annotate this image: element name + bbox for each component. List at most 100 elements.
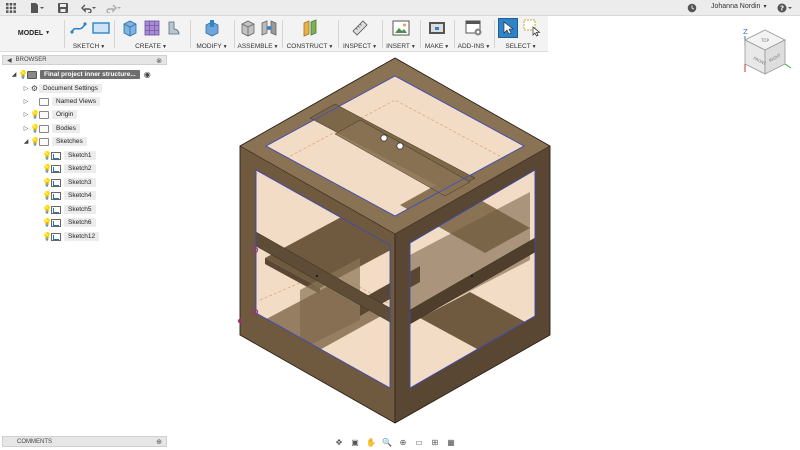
redo-icon[interactable]	[103, 0, 123, 16]
sketch-label: Sketch6	[64, 218, 96, 227]
sketch-label: Sketch12	[64, 232, 100, 241]
visibility-bulb-icon[interactable]: 💡	[42, 191, 52, 200]
visibility-bulb-icon[interactable]: 💡	[30, 137, 40, 146]
help-icon[interactable]: ?	[776, 0, 794, 16]
press-pull-icon[interactable]	[202, 19, 221, 37]
scripts-icon[interactable]	[464, 19, 483, 37]
comments-title: COMMENTS	[17, 438, 52, 445]
visibility-bulb-icon[interactable]: 💡	[18, 70, 28, 79]
grid-settings-icon[interactable]: ⊞	[428, 436, 442, 448]
expand-right-icon[interactable]: ▷	[22, 111, 30, 118]
sketch-point[interactable]	[380, 134, 388, 142]
assemble-menu[interactable]: ASSEMBLE▼	[236, 43, 280, 50]
expand-down-icon[interactable]: ◢	[10, 71, 18, 78]
look-at-icon[interactable]: ▣	[348, 436, 362, 448]
new-component-icon[interactable]	[238, 19, 257, 37]
viewcube[interactable]: Z TOP FRONT RIGHT	[735, 24, 795, 84]
form-icon[interactable]	[142, 19, 161, 37]
workspace-switcher[interactable]: MODEL ▼	[8, 25, 60, 41]
sketch-icon	[51, 205, 61, 214]
activate-radio-icon[interactable]: ◉	[144, 70, 151, 79]
offset-plane-icon[interactable]	[300, 19, 319, 37]
sketch-item[interactable]: 💡 Sketch12	[42, 231, 100, 242]
insert-image-icon[interactable]	[391, 19, 410, 37]
sketch-item[interactable]: 💡 Sketch4	[42, 190, 96, 201]
addins-menu[interactable]: ADD-INS▼	[456, 43, 492, 50]
visibility-bulb-icon[interactable]: 💡	[42, 232, 52, 241]
display-settings-icon[interactable]: ▭	[412, 436, 426, 448]
make-menu[interactable]: MAKE▼	[422, 43, 452, 50]
title-bar: Johanna Nordin ▾ ?	[0, 0, 800, 16]
addins-group: ADD-INS▼	[456, 16, 492, 52]
browser-root[interactable]: ◢ 💡 Final project inner structure... ◉	[10, 69, 151, 80]
divider	[494, 20, 495, 48]
expand-right-icon[interactable]: ▷	[22, 125, 30, 132]
zoom-icon[interactable]: 🔍	[380, 436, 394, 448]
rectangle-sketch-icon[interactable]	[91, 19, 110, 37]
save-icon[interactable]	[56, 0, 70, 16]
expand-right-icon[interactable]: ▷	[22, 85, 30, 92]
expand-right-icon[interactable]: ▷	[22, 98, 30, 105]
sketch-point[interactable]	[470, 274, 474, 278]
visibility-bulb-icon[interactable]: 💡	[42, 205, 52, 214]
joint-icon[interactable]	[259, 19, 278, 37]
close-panel-icon[interactable]: ⊗	[156, 57, 162, 65]
visibility-bulb-icon[interactable]: 💡	[30, 124, 40, 133]
file-icon[interactable]	[28, 0, 46, 16]
visibility-bulb-icon[interactable]: 💡	[42, 164, 52, 173]
fit-icon[interactable]: ⊕	[396, 436, 410, 448]
pan-icon[interactable]: ✋	[364, 436, 378, 448]
browser-item-origin[interactable]: ▷ 💡 Origin	[22, 109, 78, 120]
component-icon	[27, 70, 37, 79]
sketch-item[interactable]: 💡 Sketch5	[42, 204, 96, 215]
sketch-point[interactable]	[315, 274, 319, 278]
measure-icon[interactable]	[350, 19, 369, 37]
comments-panel[interactable]: COMMENTS ⊕	[2, 436, 167, 447]
create-menu[interactable]: CREATE▼	[116, 43, 186, 50]
user-menu[interactable]: Johanna Nordin ▾	[711, 3, 766, 10]
model-canvas[interactable]	[170, 52, 730, 435]
select-group: SELECT▼	[496, 16, 546, 52]
sketch-item[interactable]: 💡 Sketch1	[42, 150, 96, 161]
browser-item-sketches[interactable]: ◢ 💡 Sketches	[22, 136, 87, 147]
visibility-bulb-off-icon[interactable]: 💡	[30, 110, 40, 119]
browser-item-named-views[interactable]: ▷ Named Views	[22, 96, 100, 107]
user-name: Johanna Nordin	[711, 3, 761, 10]
grid-menu-icon[interactable]	[4, 0, 18, 16]
viewcube-top-face: TOP	[760, 38, 770, 43]
sketch-point[interactable]	[396, 142, 404, 150]
sketch-item[interactable]: 💡 Sketch2	[42, 163, 96, 174]
viewports-icon[interactable]: ▦	[444, 436, 458, 448]
folder-icon	[39, 97, 49, 106]
3d-print-icon[interactable]	[427, 19, 446, 37]
revolve-icon[interactable]	[164, 19, 183, 37]
sketch-item[interactable]: 💡 Sketch6	[42, 217, 96, 228]
chevron-down-icon: ▼	[45, 30, 51, 36]
sketch-menu[interactable]: SKETCH▼	[66, 43, 112, 50]
insert-menu[interactable]: INSERT▼	[384, 43, 418, 50]
origin-label: Origin	[52, 110, 78, 119]
divider	[190, 20, 191, 48]
window-select-icon[interactable]	[522, 19, 541, 37]
clock-icon[interactable]	[685, 0, 699, 16]
extrude-icon[interactable]	[120, 19, 139, 37]
visibility-bulb-icon[interactable]: 💡	[42, 151, 52, 160]
orbit-icon[interactable]: ✥	[332, 436, 346, 448]
inspect-menu[interactable]: INSPECT▼	[340, 43, 380, 50]
browser-item-bodies[interactable]: ▷ 💡 Bodies	[22, 123, 80, 134]
visibility-bulb-icon[interactable]: 💡	[42, 218, 52, 227]
construct-menu[interactable]: CONSTRUCT▼	[284, 43, 336, 50]
select-cursor-icon[interactable]	[498, 18, 518, 38]
browser-header[interactable]: ◀ BROWSER ⊗	[2, 55, 167, 65]
browser-item-document-settings[interactable]: ▷ ⚙ Document Settings	[22, 83, 102, 94]
sketch-point[interactable]	[237, 318, 243, 324]
modify-menu[interactable]: MODIFY▼	[192, 43, 232, 50]
undo-icon[interactable]	[79, 0, 99, 16]
add-comment-icon[interactable]: ⊕	[156, 438, 162, 446]
select-menu[interactable]: SELECT▼	[496, 43, 546, 50]
sketch-item[interactable]: 💡 Sketch3	[42, 177, 96, 188]
visibility-bulb-icon[interactable]: 💡	[42, 178, 52, 187]
expand-down-icon[interactable]: ◢	[22, 138, 30, 145]
collapse-arrow-icon[interactable]: ◀	[7, 57, 12, 64]
create-sketch-icon[interactable]	[69, 19, 88, 37]
